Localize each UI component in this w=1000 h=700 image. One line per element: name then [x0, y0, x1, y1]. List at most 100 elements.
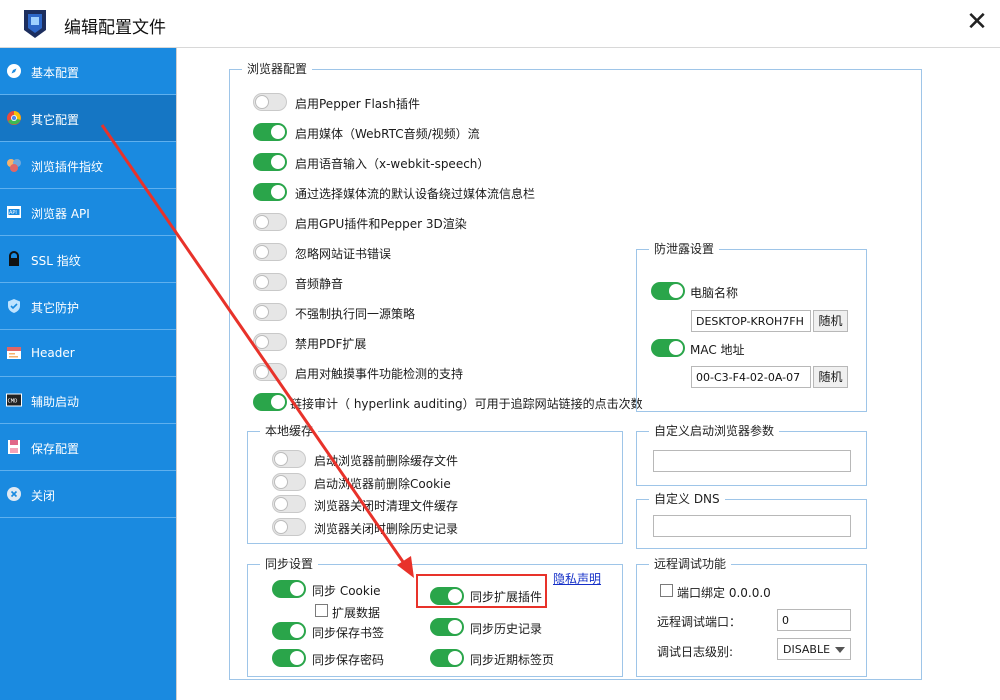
sidebar: 基本配置 其它配置 浏览插件指纹 API 浏览器 API SSL 指纹 其它防护… — [0, 48, 176, 700]
toggle-gpu-pepper-3d[interactable] — [253, 213, 287, 231]
port-bind-checkbox[interactable] — [660, 584, 673, 597]
sidebar-item-ssl-fingerprint[interactable]: SSL 指纹 — [0, 236, 176, 283]
option-label: 浏览器关闭时删除历史记录 — [314, 522, 459, 536]
custom-dns-input[interactable] — [653, 515, 851, 537]
privacy-statement-link[interactable]: 隐私声明 — [553, 570, 601, 587]
sidebar-item-assist-launch[interactable]: CMD 辅助启动 — [0, 377, 176, 424]
option-label: 启用Pepper Flash插件 — [295, 97, 421, 111]
toggle-computer-name[interactable] — [651, 282, 685, 300]
ext-data-label: 扩展数据 — [332, 606, 381, 620]
close-button[interactable]: ✕ — [962, 8, 992, 38]
mac-address-label: MAC 地址 — [690, 343, 745, 357]
sidebar-item-label: SSL 指纹 — [31, 254, 81, 268]
sidebar-item-basic-config[interactable]: 基本配置 — [0, 48, 176, 95]
sync-passwords-label: 同步保存密码 — [312, 653, 385, 667]
random-mac-button[interactable]: 随机 — [813, 366, 848, 388]
sidebar-item-label: 其它配置 — [31, 113, 80, 127]
compass-icon — [7, 64, 21, 78]
sidebar-item-header[interactable]: Header — [0, 330, 176, 377]
toggle-mute-audio[interactable] — [253, 273, 287, 291]
custom-args-input[interactable] — [653, 450, 851, 472]
save-icon — [8, 440, 20, 454]
sync-history-label: 同步历史记录 — [470, 622, 543, 636]
option-label: 启用GPU插件和Pepper 3D渲染 — [295, 217, 467, 231]
toggle-bypass-media-infobar[interactable] — [253, 183, 287, 201]
log-level-label: 调试日志级别: — [657, 645, 734, 659]
toggle-webrtc-media[interactable] — [253, 123, 287, 141]
window-title: 编辑配置文件 — [64, 18, 166, 38]
toggle-disable-pdf[interactable] — [253, 333, 287, 351]
sidebar-item-label: Header — [31, 346, 75, 360]
option-label: 浏览器关闭时清理文件缓存 — [314, 499, 459, 513]
mac-address-input[interactable] — [691, 366, 811, 388]
toggle-disable-same-origin[interactable] — [253, 303, 287, 321]
chrome-icon — [7, 111, 21, 125]
toggle-sync-passwords[interactable] — [272, 649, 306, 667]
toggle-clear-cookie-on-start[interactable] — [272, 473, 306, 491]
option-label: 启动浏览器前删除缓存文件 — [314, 454, 459, 468]
sidebar-item-other-config[interactable]: 其它配置 — [0, 95, 176, 142]
option-label: 禁用PDF扩展 — [295, 337, 367, 351]
toggle-clear-file-cache-on-close[interactable] — [272, 495, 306, 513]
header-icon — [7, 347, 21, 359]
computer-name-label: 电脑名称 — [690, 286, 739, 300]
sidebar-item-label: 浏览插件指纹 — [31, 160, 104, 174]
sidebar-item-label: 关闭 — [31, 489, 56, 503]
svg-text:API: API — [9, 210, 17, 216]
sidebar-item-other-protection[interactable]: 其它防护 — [0, 283, 176, 330]
toggle-sync-recent-tabs[interactable] — [430, 649, 464, 667]
annotation-highlight-box — [416, 574, 547, 608]
option-label: 启动浏览器前删除Cookie — [314, 477, 451, 491]
ext-data-checkbox[interactable] — [315, 604, 328, 617]
log-level-value: DISABLE — [783, 643, 831, 656]
cmd-icon: CMD — [6, 393, 22, 407]
sidebar-item-close[interactable]: 关闭 — [0, 471, 176, 518]
sidebar-item-label: 保存配置 — [31, 442, 80, 456]
sidebar-item-browser-api[interactable]: API 浏览器 API — [0, 189, 176, 236]
toggle-sync-bookmarks[interactable] — [272, 622, 306, 640]
option-label: 链接审计（ hyperlink auditing）可用于追踪网站链接的点击次数 — [290, 397, 643, 411]
option-label: 音频静音 — [295, 277, 344, 291]
port-bind-label: 端口绑定 0.0.0.0 — [677, 586, 771, 600]
option-label: 通过选择媒体流的默认设备绕过媒体流信息栏 — [295, 187, 536, 201]
sidebar-item-label: 基本配置 — [31, 66, 80, 80]
toggle-clear-history-on-close[interactable] — [272, 518, 306, 536]
group-title: 本地缓存 — [260, 424, 319, 438]
toggle-pepper-flash[interactable] — [253, 93, 287, 111]
sidebar-item-label: 其它防护 — [31, 301, 80, 315]
group-title: 同步设置 — [260, 557, 319, 571]
group-title: 远程调试功能 — [649, 557, 732, 571]
sync-cookie-label: 同步 Cookie — [312, 584, 381, 598]
app-logo-icon — [24, 10, 46, 38]
toggle-sync-history[interactable] — [430, 618, 464, 636]
log-level-select[interactable]: DISABLE — [777, 638, 851, 660]
toggle-hyperlink-auditing[interactable] — [253, 393, 287, 411]
option-label: 启用媒体（WebRTC音频/视频）流 — [295, 127, 480, 141]
sidebar-item-save-config[interactable]: 保存配置 — [0, 424, 176, 471]
close-circle-icon — [7, 487, 21, 501]
option-label: 启用对触摸事件功能检测的支持 — [295, 367, 464, 381]
api-icon: API — [7, 206, 21, 218]
debug-port-input[interactable] — [777, 609, 851, 631]
sidebar-item-plugin-fingerprint[interactable]: 浏览插件指纹 — [0, 142, 176, 189]
toggle-ignore-cert-errors[interactable] — [253, 243, 287, 261]
group-title: 浏览器配置 — [242, 62, 313, 76]
toggle-clear-cache-on-start[interactable] — [272, 450, 306, 468]
svg-text:CMD: CMD — [8, 399, 18, 405]
option-label: 启用语音输入（x-webkit-speech） — [295, 157, 490, 171]
plugin-icon — [7, 159, 21, 172]
toggle-touch-events[interactable] — [253, 363, 287, 381]
title-bar: 编辑配置文件 ✕ — [0, 0, 1000, 48]
option-label: 忽略网站证书错误 — [295, 247, 392, 261]
sync-bookmarks-label: 同步保存书签 — [312, 626, 385, 640]
sidebar-item-label: 浏览器 API — [31, 207, 90, 221]
sync-recent-tabs-label: 同步近期标签页 — [470, 653, 555, 667]
random-computer-name-button[interactable]: 随机 — [813, 310, 848, 332]
chevron-down-icon — [835, 647, 845, 653]
debug-port-label: 远程调试端口： — [657, 615, 742, 629]
computer-name-input[interactable] — [691, 310, 811, 332]
toggle-mac-address[interactable] — [651, 339, 685, 357]
group-title: 自定义 DNS — [649, 492, 725, 506]
toggle-sync-cookie[interactable] — [272, 580, 306, 598]
toggle-speech-input[interactable] — [253, 153, 287, 171]
